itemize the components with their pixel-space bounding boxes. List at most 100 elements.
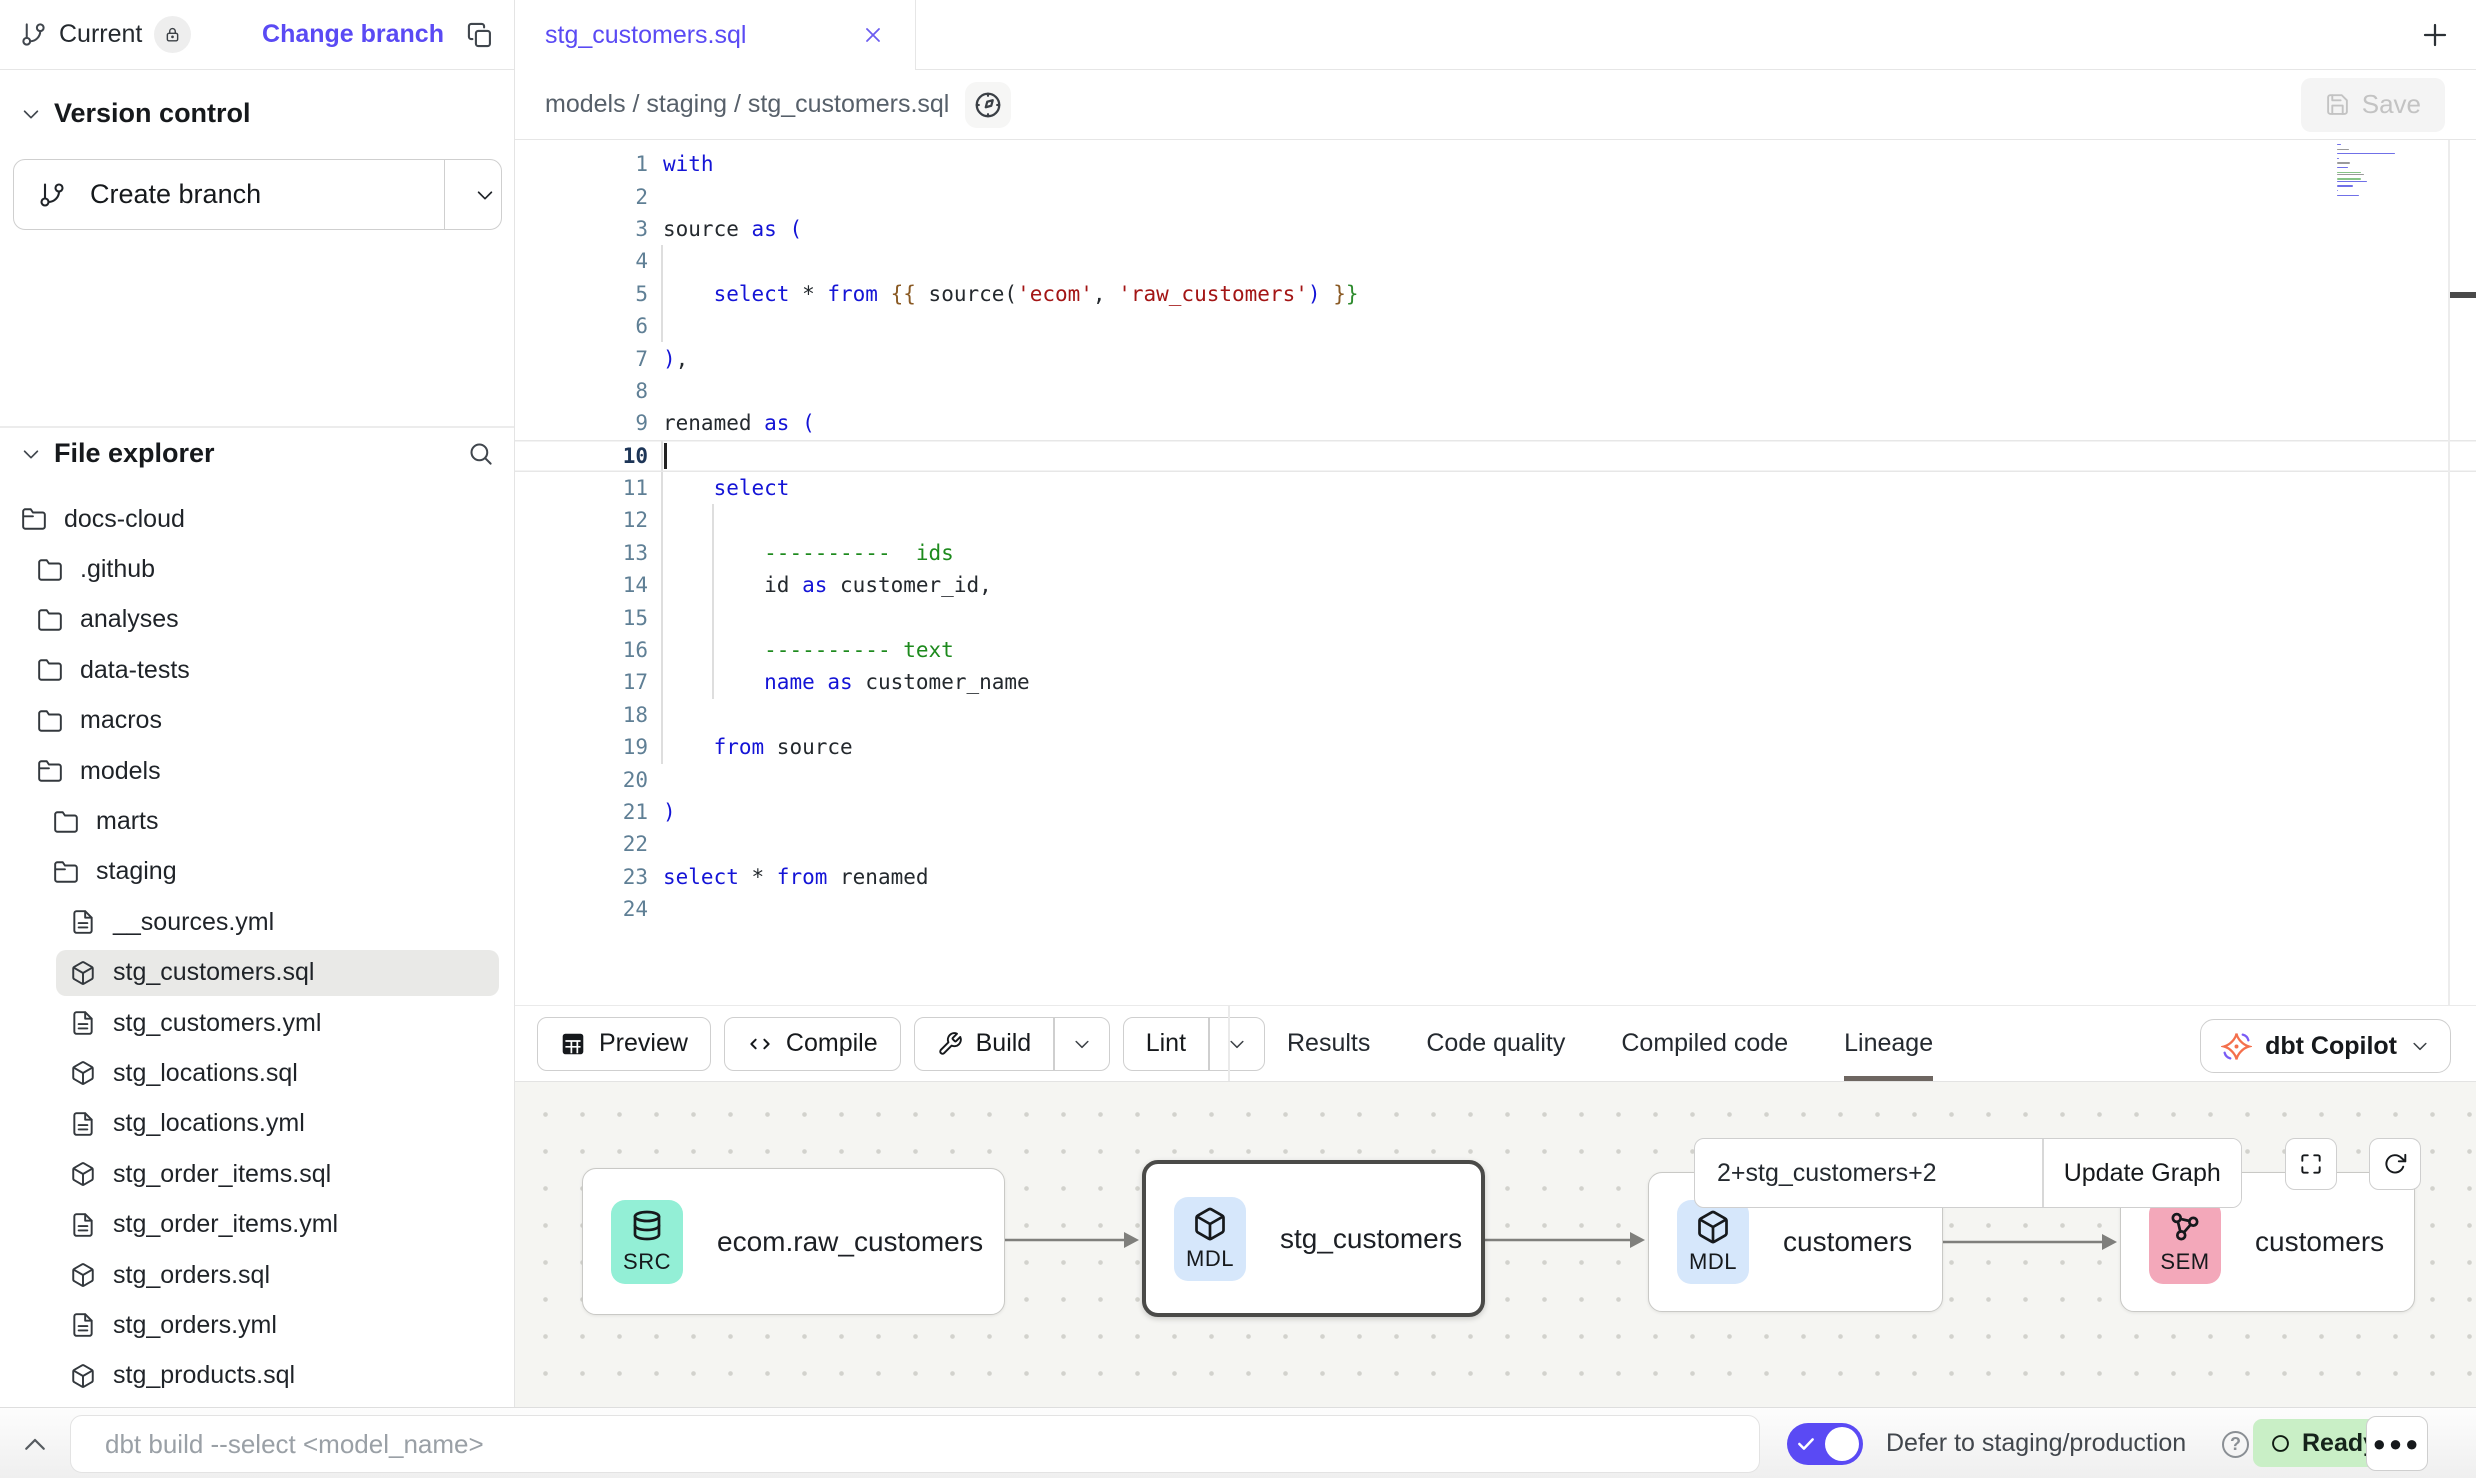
code-line[interactable]: 20: [515, 763, 2476, 795]
tree-item[interactable]: stg_order_items.yml: [0, 1199, 514, 1249]
code-line[interactable]: 2: [515, 180, 2476, 212]
code-line[interactable]: 21): [515, 796, 2476, 828]
search-icon[interactable]: [467, 440, 494, 467]
pane-tab-code-quality[interactable]: Code quality: [1426, 1006, 1565, 1081]
pane-tab-lineage[interactable]: Lineage: [1844, 1006, 1933, 1081]
tree-item[interactable]: analyses: [0, 595, 514, 645]
tab-stg-customers-sql[interactable]: stg_customers.sql: [515, 0, 916, 70]
code-line[interactable]: 12: [515, 504, 2476, 536]
create-branch-button[interactable]: Create branch: [13, 159, 502, 230]
dbt-copilot-button[interactable]: dbt Copilot: [2200, 1019, 2451, 1073]
preview-button[interactable]: Preview: [537, 1017, 711, 1071]
lineage-node-stg_customers[interactable]: MDL stg_customers: [1142, 1160, 1485, 1317]
code-line[interactable]: 4: [515, 245, 2476, 277]
more-options-button[interactable]: ●●●: [2366, 1416, 2428, 1471]
pane-tabs: Results Code quality Compiled code Lineage: [1287, 1006, 1933, 1081]
pane-tab-results[interactable]: Results: [1287, 1006, 1370, 1081]
line-number: 21: [515, 800, 648, 824]
copy-icon[interactable]: [466, 21, 494, 49]
code-line[interactable]: 24: [515, 893, 2476, 925]
tree-item[interactable]: stg_products.sql: [0, 1351, 514, 1401]
version-control-header[interactable]: Version control: [0, 98, 514, 129]
tree-item[interactable]: stg_order_items.sql: [0, 1149, 514, 1199]
fullscreen-icon: [2298, 1151, 2324, 1177]
code-line[interactable]: 1with: [515, 148, 2476, 180]
tree-item[interactable]: models: [0, 746, 514, 796]
compass-icon: [973, 90, 1003, 120]
create-branch-dropdown[interactable]: [445, 184, 501, 206]
tree-item[interactable]: marts: [0, 796, 514, 846]
code-line[interactable]: 23select * from renamed: [515, 861, 2476, 893]
tree-item[interactable]: stg_customers.sql: [0, 948, 514, 998]
lint-button[interactable]: Lint: [1123, 1017, 1265, 1071]
compile-button[interactable]: Compile: [724, 1017, 901, 1071]
defer-toggle[interactable]: [1787, 1423, 1863, 1465]
code-text: id as customer_id,: [648, 573, 992, 597]
scrollbar-thumb[interactable]: [2450, 292, 2476, 298]
node-label: ecom.raw_customers: [717, 1226, 983, 1258]
code-line[interactable]: 10: [515, 440, 2476, 472]
model-icon: [70, 960, 96, 986]
code-line[interactable]: 7),: [515, 342, 2476, 374]
tree-item[interactable]: macros: [0, 696, 514, 746]
lineage-panel[interactable]: SRCecom.raw_customers MDL stg_customersMDL…: [515, 1082, 2476, 1407]
close-icon[interactable]: [861, 23, 885, 47]
tree-item-label: stg_orders.sql: [113, 1261, 270, 1290]
code-line[interactable]: 15: [515, 601, 2476, 633]
code-line[interactable]: 5 select * from {{ source('ecom', 'raw_c…: [515, 278, 2476, 310]
tree-item[interactable]: staging: [0, 847, 514, 897]
update-graph-button[interactable]: Update Graph: [2044, 1139, 2242, 1207]
tree-item[interactable]: stg_orders.sql: [0, 1250, 514, 1300]
code-line[interactable]: 16 ---------- text: [515, 634, 2476, 666]
tree-item-label: staging: [96, 857, 177, 886]
code-line[interactable]: 9renamed as (: [515, 407, 2476, 439]
file-explorer-header[interactable]: File explorer: [0, 438, 514, 469]
tree-item[interactable]: docs-cloud: [0, 494, 514, 544]
command-input[interactable]: dbt build --select <model_name>: [70, 1415, 1760, 1473]
tree-item[interactable]: stg_locations.sql: [0, 1048, 514, 1098]
build-button[interactable]: Build: [914, 1017, 1110, 1071]
wrench-icon: [937, 1031, 963, 1057]
line-number: 11: [515, 476, 648, 500]
code-line[interactable]: 8: [515, 375, 2476, 407]
tree-item[interactable]: data-tests: [0, 645, 514, 695]
code-line[interactable]: 14 id as customer_id,: [515, 569, 2476, 601]
line-number: 8: [515, 379, 648, 403]
chevron-up-icon[interactable]: [20, 1430, 50, 1460]
node-label: stg_customers: [1280, 1223, 1462, 1255]
folder-icon: [37, 708, 63, 734]
code-line[interactable]: 6: [515, 310, 2476, 342]
code-editor[interactable]: 1with23source as (45 select * from {{ so…: [515, 140, 2476, 1005]
code-line[interactable]: 18: [515, 699, 2476, 731]
code-line[interactable]: 19 from source: [515, 731, 2476, 763]
lineage-node-ecom.raw_customers[interactable]: SRCecom.raw_customers: [582, 1168, 1005, 1315]
model-icon: [70, 1262, 96, 1288]
copilot-compass-button[interactable]: [965, 82, 1011, 128]
save-button[interactable]: Save: [2301, 78, 2445, 132]
chevron-down-icon: [1072, 1034, 1092, 1054]
code-text: from source: [648, 735, 853, 759]
code-line[interactable]: 22: [515, 828, 2476, 860]
help-icon[interactable]: ?: [2222, 1431, 2249, 1458]
fullscreen-button[interactable]: [2285, 1138, 2337, 1190]
build-dropdown[interactable]: [1055, 1034, 1109, 1054]
tree-item[interactable]: stg_customers.yml: [0, 998, 514, 1048]
code-line[interactable]: 13 ---------- ids: [515, 537, 2476, 569]
change-branch-link[interactable]: Change branch: [262, 20, 444, 49]
tree-item[interactable]: .github: [0, 544, 514, 594]
code-line[interactable]: 3source as (: [515, 213, 2476, 245]
node-type-badge: MDL: [1174, 1197, 1246, 1281]
chevron-down-icon: [20, 103, 42, 125]
tree-item[interactable]: __sources.yml: [0, 897, 514, 947]
lineage-selector-input[interactable]: 2+stg_customers+2: [1695, 1139, 2042, 1207]
pane-tab-compiled-code[interactable]: Compiled code: [1621, 1006, 1788, 1081]
new-tab-button[interactable]: [2416, 16, 2454, 54]
tree-item[interactable]: stg_orders.yml: [0, 1300, 514, 1350]
code-line[interactable]: 17 name as customer_name: [515, 666, 2476, 698]
tree-item[interactable]: stg_locations.yml: [0, 1099, 514, 1149]
refresh-button[interactable]: [2369, 1138, 2421, 1190]
file-icon: [70, 1312, 96, 1338]
code-line[interactable]: 11 select: [515, 472, 2476, 504]
folder-icon: [37, 657, 63, 683]
lint-dropdown[interactable]: [1210, 1034, 1264, 1054]
